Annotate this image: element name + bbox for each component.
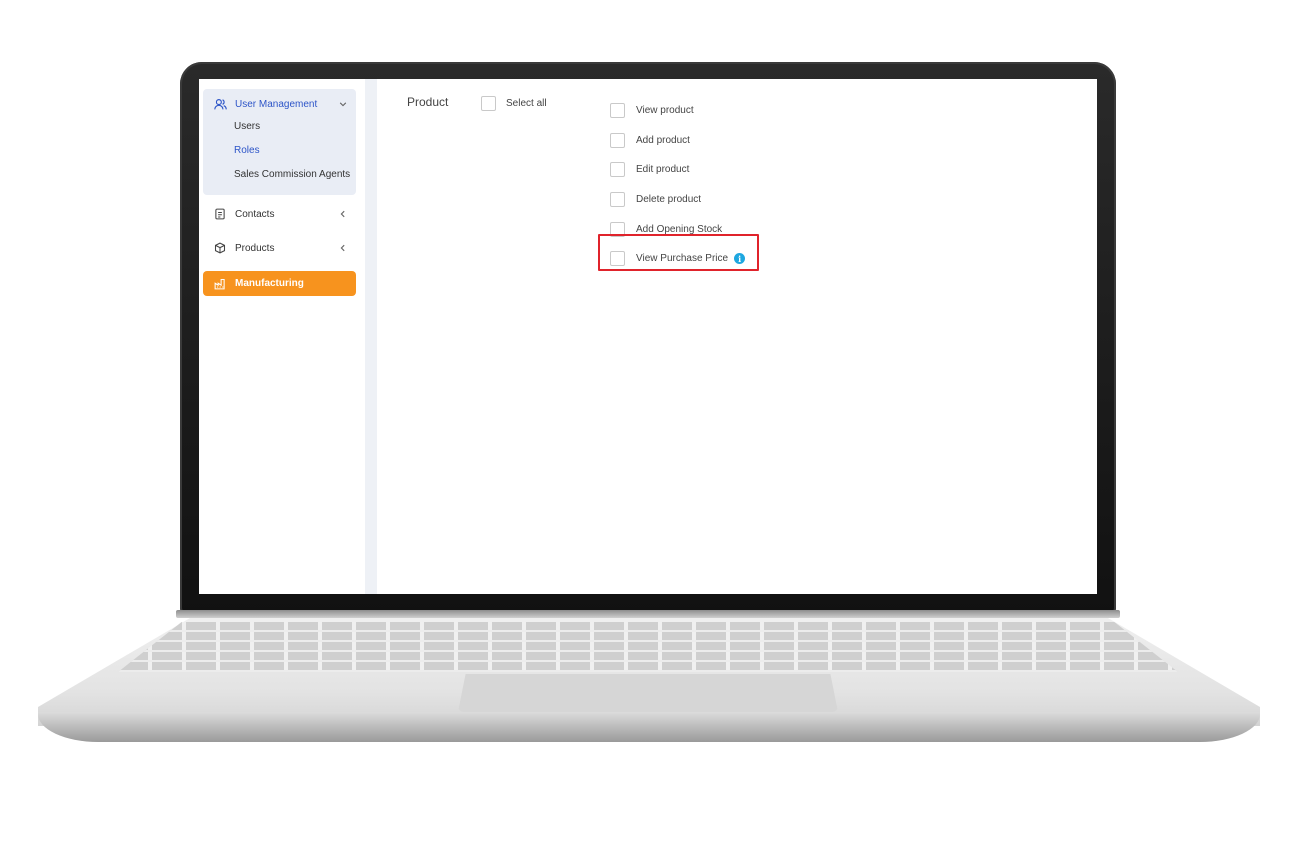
sidebar-item-label: Manufacturing — [235, 278, 304, 289]
permission-delete-product[interactable]: Delete product — [610, 185, 745, 215]
permission-section-title: Product — [407, 95, 449, 109]
sidebar-subitem-sales-commission-agents[interactable]: Sales Commission Agents — [203, 163, 356, 187]
checkbox[interactable] — [610, 192, 625, 208]
sidebar-subitem-users[interactable]: Users — [203, 115, 356, 139]
sidebar-item-products[interactable]: Products — [203, 237, 356, 263]
sidebar-subitem-roles[interactable]: Roles — [203, 139, 356, 163]
permission-label: View product — [636, 105, 694, 117]
permission-label: Delete product — [636, 194, 702, 206]
sidebar-item-label: Products — [235, 242, 275, 254]
checkbox[interactable] — [610, 103, 625, 119]
checkbox[interactable] — [481, 96, 496, 111]
sidebar-item-label: Contacts — [235, 208, 275, 220]
sidebar-item-contacts-row: Contacts — [203, 203, 356, 225]
laptop-base-edge — [38, 712, 1260, 742]
laptop-hinge — [176, 610, 1120, 618]
chevron-left-icon — [338, 209, 348, 219]
checkbox[interactable] — [610, 162, 625, 178]
factory-icon — [213, 277, 227, 291]
sidebar-divider — [365, 79, 377, 594]
sidebar-item-label: User Management — [235, 98, 318, 110]
sidebar-item-user-management[interactable]: User Management — [203, 93, 356, 115]
laptop-keyboard-rows — [118, 622, 1178, 672]
chevron-left-icon — [338, 243, 348, 253]
permission-label: Edit product — [636, 164, 690, 176]
select-all-checkbox[interactable]: Select all — [481, 96, 547, 111]
users-icon — [213, 97, 227, 111]
box-icon — [213, 241, 227, 255]
chevron-down-icon — [338, 99, 348, 109]
sidebar-item-products-row: Products — [203, 237, 356, 259]
select-all-label: Select all — [506, 98, 547, 109]
highlight-box — [598, 234, 759, 271]
sidebar-group-user-management: User Management Users Roles Sales Commis… — [203, 89, 356, 195]
permission-edit-product[interactable]: Edit product — [610, 155, 745, 185]
permission-view-product[interactable]: View product — [610, 96, 745, 126]
permission-add-product[interactable]: Add product — [610, 126, 745, 156]
app-screen: User Management Users Roles Sales Commis… — [199, 79, 1097, 594]
sidebar-item-contacts[interactable]: Contacts — [203, 203, 356, 229]
sidebar-item-manufacturing[interactable]: Manufacturing — [203, 271, 356, 296]
sidebar: User Management Users Roles Sales Commis… — [199, 79, 365, 594]
checkbox[interactable] — [610, 132, 625, 148]
laptop-trackpad — [458, 674, 838, 712]
sidebar-item-manufacturing-row: Manufacturing — [203, 271, 356, 296]
permission-label: Add product — [636, 134, 690, 146]
contacts-icon — [213, 207, 227, 221]
